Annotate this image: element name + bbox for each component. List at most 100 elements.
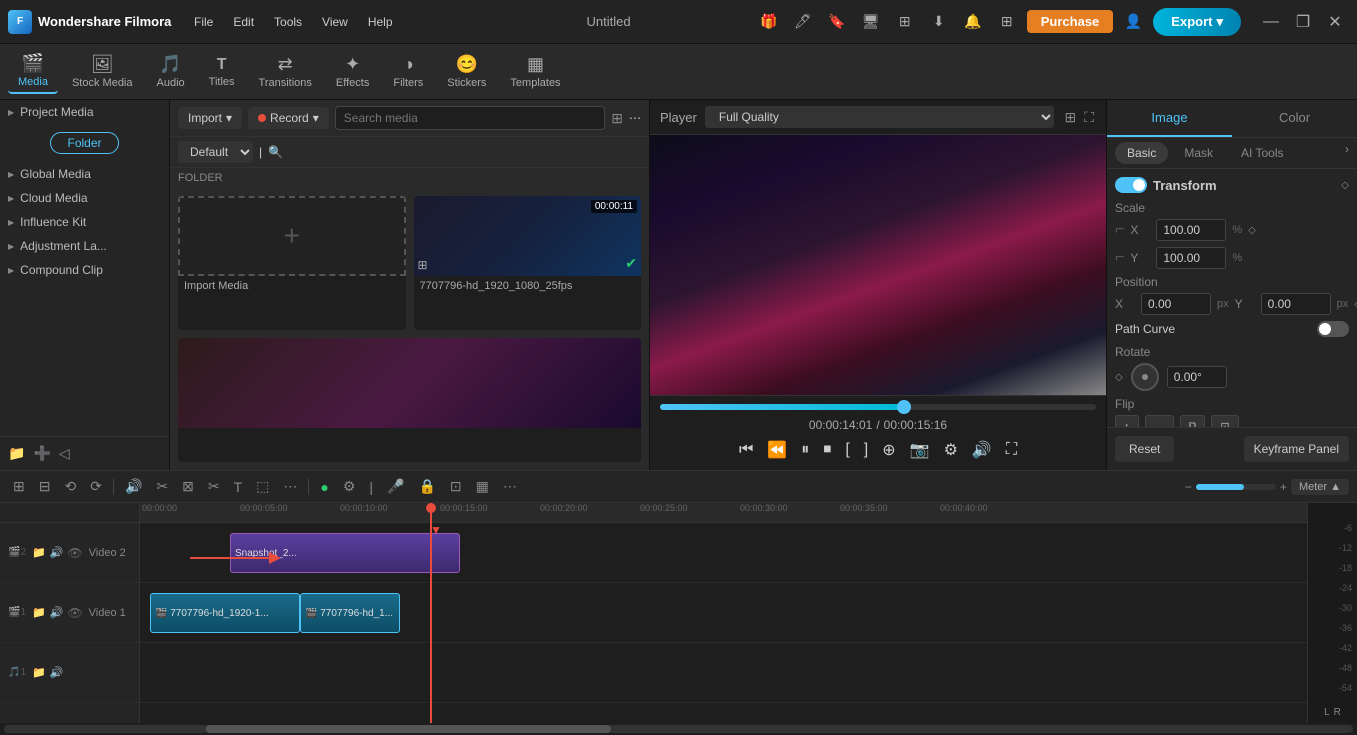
download-icon[interactable]: ⬇ [925, 8, 953, 36]
skip-back-button[interactable]: ⏮ [737, 439, 755, 461]
progress-bar[interactable] [660, 404, 1096, 410]
add-media-item[interactable]: + Import Media [178, 196, 406, 330]
setting2-button[interactable]: ⚙ [942, 438, 960, 462]
tl-trim-button[interactable]: ✂ [203, 475, 225, 498]
toolbar-media[interactable]: 🎬 Media [8, 49, 58, 94]
tl-copy-button[interactable]: ⊡ [445, 475, 467, 498]
menu-view[interactable]: View [314, 11, 356, 33]
tl-screen-button[interactable]: ▦ [471, 475, 494, 498]
quality-select[interactable]: Full Quality [705, 106, 1055, 128]
apps-icon[interactable]: ⊞ [993, 8, 1021, 36]
monitor-icon[interactable]: 🖥 [857, 8, 885, 36]
sidebar-item-global-media[interactable]: ▶ Global Media [0, 162, 169, 186]
mark-out-button[interactable]: ] [862, 439, 870, 461]
export-button[interactable]: Export ▾ [1153, 8, 1241, 36]
media-item-video[interactable]: 00:00:11 ⊞ ✔ 7707796-hd_1920_1080_25fps [414, 196, 642, 330]
position-x-input[interactable] [1141, 293, 1211, 315]
bookmark-icon[interactable]: 🔖 [823, 8, 851, 36]
zoom-out-icon[interactable]: − [1185, 480, 1192, 494]
tl-keyframe-button[interactable]: ⬚ [251, 475, 274, 498]
tl-crop-button[interactable]: ⊠ [177, 475, 199, 498]
sidebar-item-compound-clip[interactable]: ▶ Compound Clip [0, 258, 169, 282]
tl-text-button[interactable]: T [229, 476, 248, 498]
toolbar-audio[interactable]: 🎵 Audio [147, 50, 195, 93]
volume-button[interactable]: 🔊 [970, 438, 994, 462]
tl-lock-button[interactable]: 🔒 [413, 475, 440, 498]
record-button[interactable]: Record ▾ [248, 107, 329, 129]
tab-color[interactable]: Color [1232, 100, 1357, 137]
clip-video1b[interactable]: 🎬 7707796-hd_1... [300, 593, 400, 633]
folder-button[interactable]: Folder [50, 132, 118, 154]
toolbar-stock-media[interactable]: 🖼 Stock Media [62, 50, 143, 93]
sort-icon[interactable]: ⊞ [611, 110, 623, 127]
mark-in-button[interactable]: [ [843, 439, 851, 461]
audio1-vol-icon[interactable]: 🔊 [50, 666, 64, 679]
rotate-keyframe[interactable]: ◇ [1115, 372, 1123, 383]
flip-vertical-button[interactable]: ↕ [1115, 415, 1139, 427]
media-item-video2[interactable] [178, 338, 641, 462]
tl-delete-button[interactable]: ✂ [151, 475, 173, 498]
rotate-knob[interactable] [1131, 363, 1159, 391]
tl-audio-icon[interactable]: 🔊 [120, 475, 147, 498]
toolbar-effects[interactable]: ✦ Effects [326, 50, 379, 93]
toolbar-titles[interactable]: T Titles [199, 52, 245, 92]
subtab-mask[interactable]: Mask [1172, 142, 1225, 164]
zoom-in-icon[interactable]: + [1280, 480, 1287, 494]
gift-icon[interactable]: 🎁 [755, 8, 783, 36]
track1-eye-icon[interactable]: 👁 [67, 606, 82, 620]
tl-extend-button[interactable]: ⋯ [498, 475, 522, 498]
grid-icon[interactable]: ⊞ [891, 8, 919, 36]
tl-chapter-button[interactable]: | [364, 476, 378, 498]
rotate-input[interactable] [1167, 366, 1227, 388]
sidebar-item-adjustment-layer[interactable]: ▶ Adjustment La... [0, 234, 169, 258]
tl-voice-button[interactable]: 🎤 [382, 475, 409, 498]
sidebar-item-influence-kit[interactable]: ▶ Influence Kit [0, 210, 169, 234]
add-folder-icon[interactable]: 📁 [8, 445, 25, 462]
audio1-folder-icon[interactable]: 📁 [32, 666, 46, 679]
toolbar-filters[interactable]: ◑ Filters [383, 50, 433, 93]
scale-x-keyframe[interactable]: ◇ [1248, 225, 1256, 236]
reset-button[interactable]: Reset [1115, 436, 1174, 462]
subtab-ai-tools[interactable]: AI Tools [1229, 142, 1295, 164]
tl-settings-icon[interactable]: ⚙ [338, 475, 361, 498]
progress-thumb[interactable] [897, 400, 911, 414]
timeline-scrollbar[interactable] [4, 725, 1353, 733]
close-button[interactable]: ✕ [1321, 8, 1349, 36]
add-icon[interactable]: ➕ [33, 445, 50, 462]
playhead[interactable] [430, 503, 432, 723]
more-subtabs-icon[interactable]: › [1345, 142, 1349, 164]
menu-edit[interactable]: Edit [225, 11, 262, 33]
toolbar-templates[interactable]: ▦ Templates [500, 50, 570, 93]
flip-reset-button[interactable]: ⊡ [1211, 415, 1238, 427]
tl-undo-button[interactable]: ⟲ [59, 475, 81, 498]
bell-icon[interactable]: 🔔 [959, 8, 987, 36]
track2-audio-icon[interactable]: 🔊 [50, 546, 64, 560]
scrollbar-thumb[interactable] [206, 725, 611, 733]
track2-eye-icon[interactable]: 👁 [67, 546, 82, 560]
fullscreen-icon[interactable]: ⛶ [1082, 107, 1096, 128]
scale-y-input[interactable] [1156, 247, 1226, 269]
sidebar-item-project-media[interactable]: ▶ Project Media [0, 100, 169, 124]
pause-button[interactable]: ⏸ [799, 439, 811, 461]
tl-track-icon[interactable]: ⊟ [34, 475, 56, 498]
menu-help[interactable]: Help [360, 11, 401, 33]
tab-image[interactable]: Image [1107, 100, 1232, 137]
clip-video1a[interactable]: 🎬 7707796-hd_1920-1... [150, 593, 300, 633]
purchase-button[interactable]: Purchase [1027, 10, 1114, 33]
track2-folder-icon[interactable]: 📁 [32, 546, 46, 560]
more-icon[interactable]: ⋯ [629, 111, 641, 125]
zoom-slider[interactable] [1196, 484, 1276, 490]
user-avatar[interactable]: 👤 [1119, 8, 1147, 36]
flip-horizontal-button[interactable]: ↔ [1145, 415, 1174, 427]
timeline-tracks[interactable]: 00:00:00 00:00:05:00 00:00:10:00 00:00:1… [140, 503, 1307, 723]
flip-copy-button[interactable]: ⧉ [1180, 415, 1206, 427]
toolbar-transitions[interactable]: ⇄ Transitions [249, 50, 322, 93]
import-button[interactable]: Import ▾ [178, 107, 242, 129]
insert-button[interactable]: ⊕ [880, 438, 897, 462]
snapshot-button[interactable]: 📷 [908, 438, 932, 462]
fullscreen2-button[interactable]: ⛶ [1004, 439, 1019, 461]
maximize-button[interactable]: ❐ [1289, 8, 1317, 36]
meter-button[interactable]: Meter ▲ [1291, 479, 1349, 495]
frame-back-button[interactable]: ⏪ [765, 438, 789, 462]
scale-x-input[interactable] [1156, 219, 1226, 241]
